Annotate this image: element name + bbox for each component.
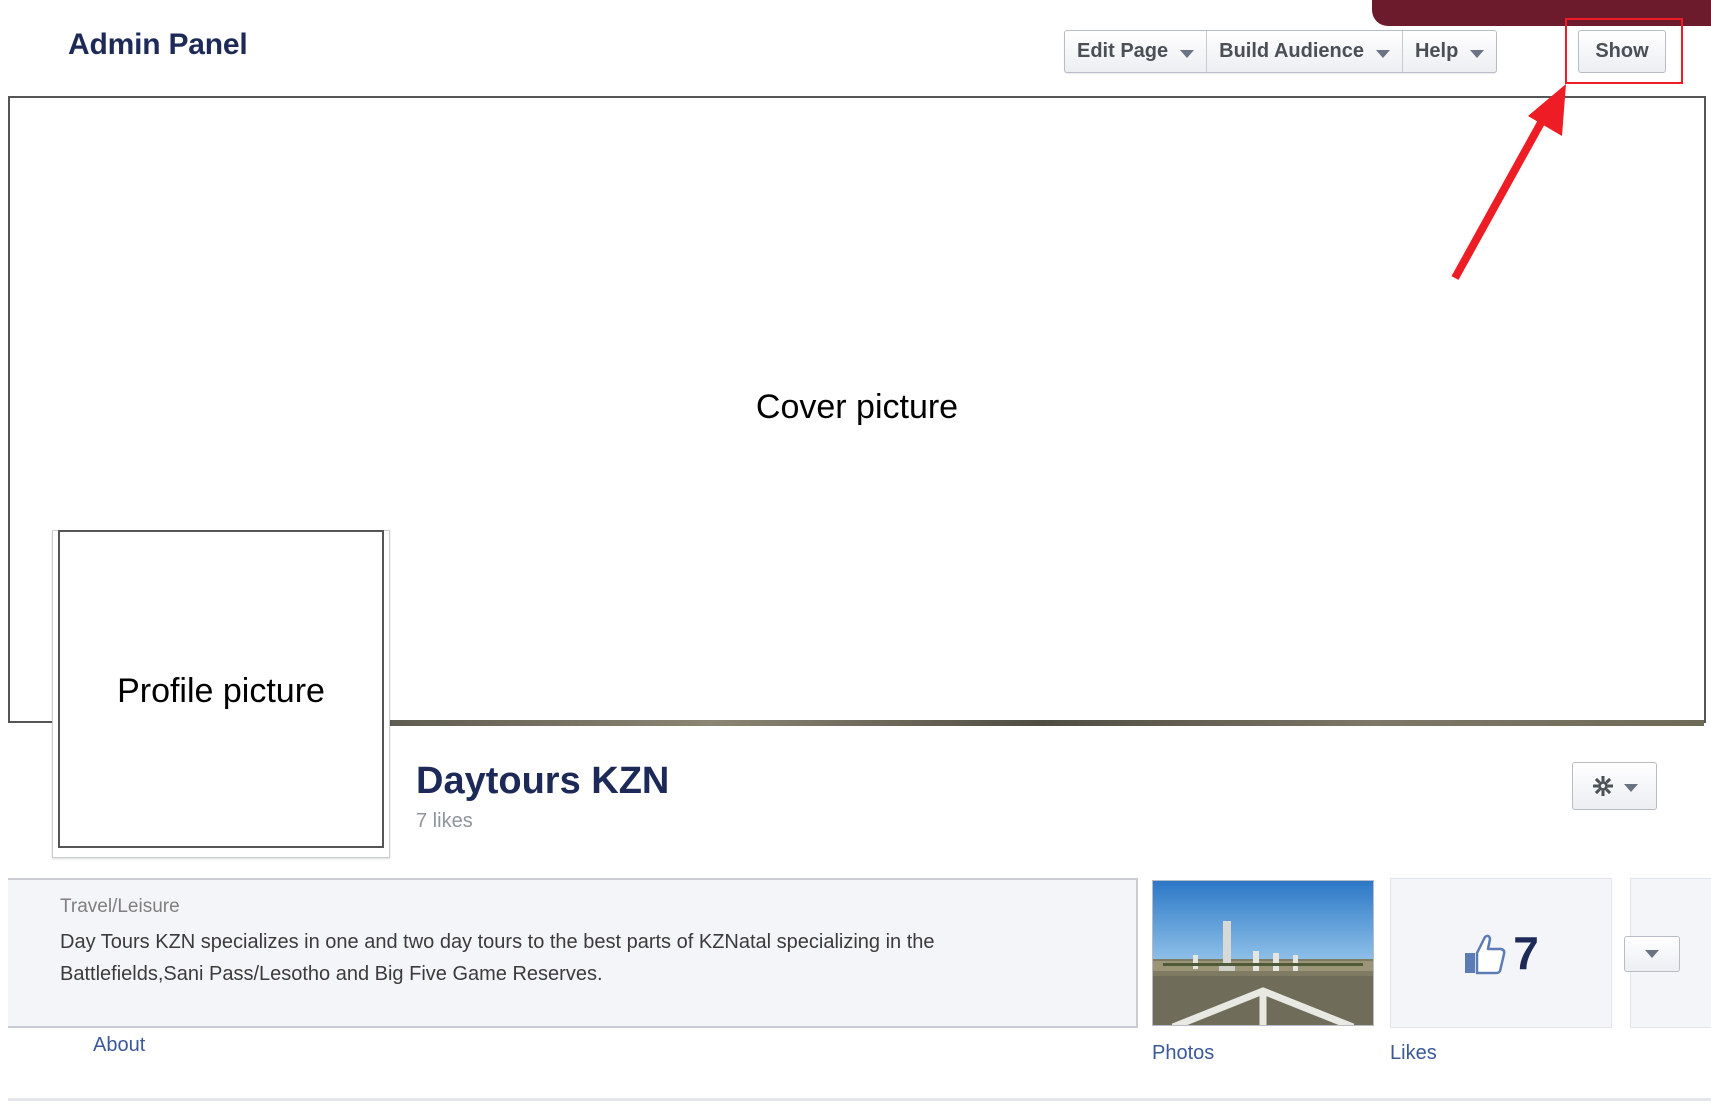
admin-button-group: Edit Page Build Audience Help [1064, 30, 1498, 73]
page-settings-button[interactable] [1572, 762, 1657, 810]
show-admin-panel-button[interactable]: Show [1578, 30, 1666, 73]
page-likes-count: 7 likes [416, 810, 473, 832]
likes-tile[interactable]: 7 [1390, 878, 1612, 1028]
photo-thumbnail-image [1153, 881, 1373, 1025]
chevron-down-icon [1623, 784, 1638, 792]
chevron-down-icon [1180, 49, 1195, 58]
top-notification-strip [1372, 0, 1711, 26]
thumbs-up-icon [1465, 934, 1506, 975]
page-description: Day Tours KZN specializes in one and two… [60, 931, 935, 985]
page: Admin Panel Edit Page Build Audience Hel… [0, 0, 1711, 1108]
help-label: Help [1414, 40, 1459, 62]
cover-photo-edge [380, 720, 1704, 726]
likes-count: 7 [1513, 927, 1539, 979]
profile-picture-label: Profile picture [117, 672, 325, 710]
admin-panel-title: Admin Panel [68, 28, 248, 61]
edit-page-label: Edit Page [1077, 40, 1169, 62]
page-name[interactable]: Daytours KZN [416, 760, 669, 803]
edit-page-button[interactable]: Edit Page [1065, 31, 1208, 72]
about-link[interactable]: About [93, 1034, 145, 1057]
about-section: Travel/Leisure Day Tours KZN specializes… [8, 878, 1138, 1028]
page-category: Travel/Leisure [60, 896, 180, 917]
build-audience-label: Build Audience [1219, 40, 1364, 62]
chevron-down-icon [1645, 950, 1659, 958]
profile-picture[interactable]: Profile picture [58, 530, 384, 848]
photos-thumbnail[interactable] [1152, 880, 1374, 1026]
red-arrow-annotation [1451, 84, 1566, 280]
chevron-down-icon [1375, 49, 1390, 58]
likes-link[interactable]: Likes [1390, 1042, 1437, 1065]
chevron-down-icon [1470, 49, 1485, 58]
more-apps-button[interactable] [1624, 936, 1680, 972]
build-audience-button[interactable]: Build Audience [1207, 31, 1403, 72]
cover-picture-label: Cover picture [755, 388, 959, 426]
divider [8, 1098, 1711, 1101]
photos-link[interactable]: Photos [1152, 1042, 1214, 1065]
help-button[interactable]: Help [1403, 31, 1496, 72]
gear-icon [1592, 776, 1613, 796]
